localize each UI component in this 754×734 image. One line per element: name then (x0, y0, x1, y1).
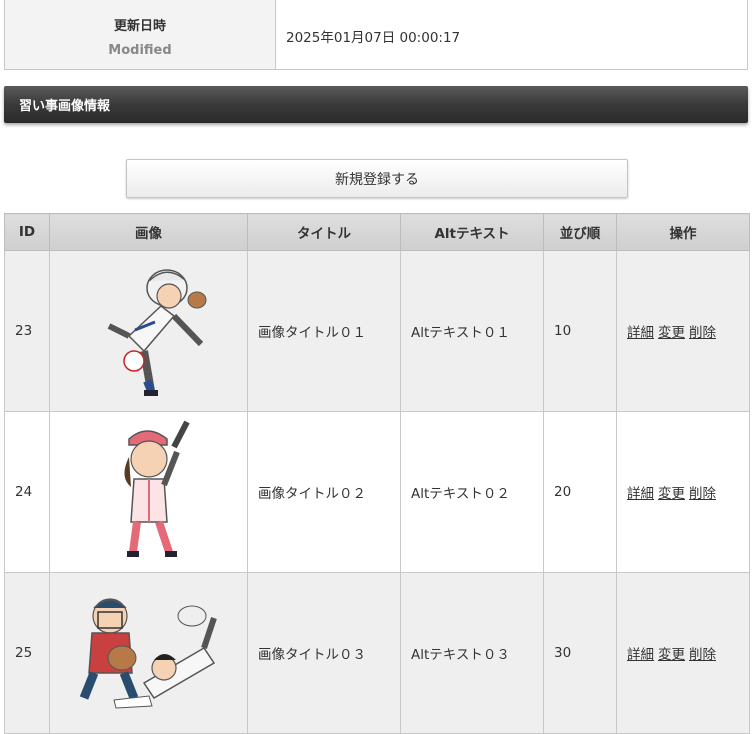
table-row: 23 画像タイトル０１ Altテキスト０１ 10 詳細 変更 削除 (4, 250, 750, 412)
modified-value: 2025年01月07日 00:00:17 (286, 30, 461, 46)
cell-title: 画像タイトル０３ (247, 572, 401, 734)
cell-order: 30 (543, 572, 617, 734)
edit-link[interactable]: 変更 (658, 325, 685, 341)
cell-image (49, 572, 248, 734)
header-image: 画像 (49, 213, 248, 251)
cell-alt: Altテキスト０１ (400, 250, 544, 412)
table-header-row: ID 画像 タイトル Altテキスト 並び順 操作 (4, 213, 750, 251)
edit-link[interactable]: 変更 (658, 647, 685, 663)
cell-title: 画像タイトル０１ (247, 250, 401, 412)
cell-id: 24 (4, 411, 50, 573)
delete-link[interactable]: 削除 (689, 325, 716, 341)
detail-link[interactable]: 詳細 (627, 486, 654, 502)
cell-operations: 詳細 変更 削除 (616, 411, 750, 573)
cell-operations: 詳細 変更 削除 (616, 250, 750, 412)
cell-operations: 詳細 変更 削除 (616, 572, 750, 734)
cell-id: 23 (4, 250, 50, 412)
section-title: 習い事画像情報 (19, 99, 111, 114)
table-row: 25 画像タイトル０３ Altテキスト０３ 30 詳細 変更 削除 (4, 572, 750, 734)
delete-link[interactable]: 削除 (689, 647, 716, 663)
header-title: タイトル (247, 213, 401, 251)
modified-label-jp: 更新日時 (113, 18, 166, 34)
cell-alt: Altテキスト０３ (400, 572, 544, 734)
cell-title: 画像タイトル０２ (247, 411, 401, 573)
edit-link[interactable]: 変更 (658, 486, 685, 502)
cell-alt: Altテキスト０２ (400, 411, 544, 573)
cell-order: 20 (543, 411, 617, 573)
cell-id: 25 (4, 572, 50, 734)
cell-image (49, 250, 248, 412)
section-header: 習い事画像情報 (4, 86, 748, 123)
header-operations: 操作 (616, 213, 750, 251)
register-button[interactable]: 新規登録する (126, 159, 628, 198)
baseball-catcher-slide-illustration (79, 598, 217, 709)
meta-label-cell: 更新日時 Modified (5, 0, 276, 69)
header-alt: Altテキスト (400, 213, 544, 251)
header-order: 並び順 (543, 213, 617, 251)
delete-link[interactable]: 削除 (689, 486, 716, 502)
meta-table: 更新日時 Modified 2025年01月07日 00:00:17 (4, 0, 748, 70)
cell-order: 10 (543, 250, 617, 412)
header-id: ID (4, 213, 50, 251)
detail-link[interactable]: 詳細 (627, 325, 654, 341)
baseball-batter-girl-illustration (123, 420, 190, 557)
modified-label-en: Modified (108, 42, 172, 58)
table-row: 24 画像タイトル０２ Altテキスト０２ 20 詳細 変更 削除 (4, 411, 750, 573)
baseball-pitcher-illustration (107, 269, 206, 396)
cell-image (49, 411, 248, 573)
detail-link[interactable]: 詳細 (627, 647, 654, 663)
image-table: ID 画像 タイトル Altテキスト 並び順 操作 23 画像タイトル０１ Al… (4, 213, 750, 734)
